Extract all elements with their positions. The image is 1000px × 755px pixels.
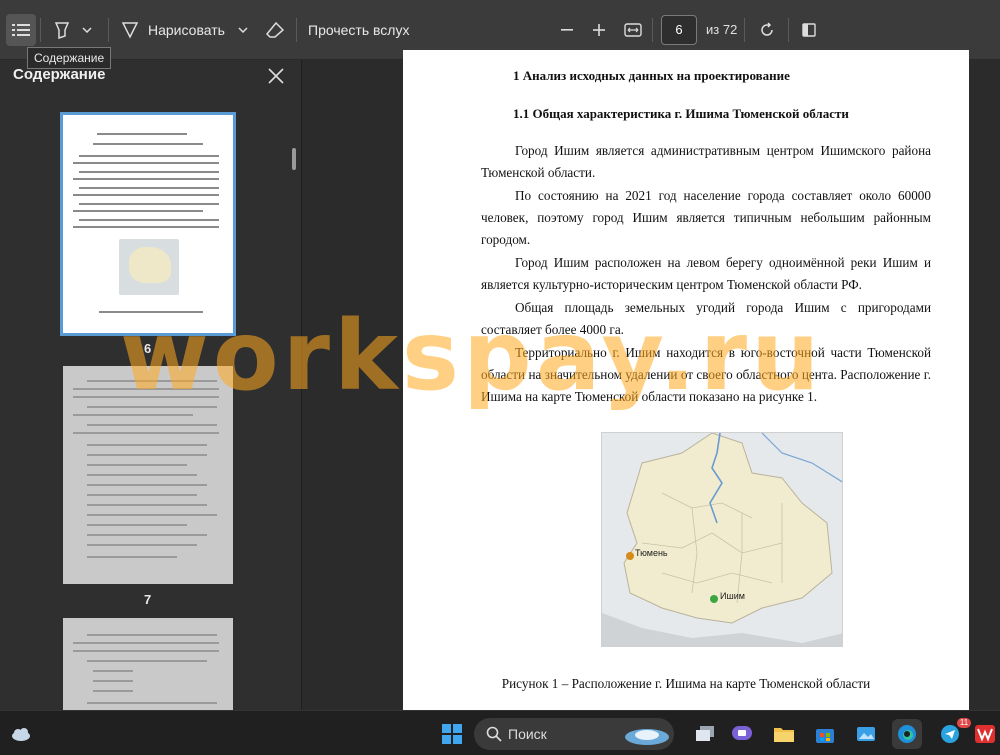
highlight-button[interactable]	[50, 14, 74, 46]
chevron-down-icon	[82, 27, 92, 33]
chat-icon	[732, 726, 752, 740]
plus-icon	[593, 24, 605, 36]
telegram-icon	[941, 725, 959, 743]
erase-button[interactable]	[262, 14, 288, 46]
map-image	[602, 433, 842, 646]
task-view-icon	[696, 726, 714, 741]
app-logo-icon	[975, 725, 995, 743]
draw-icon-button[interactable]	[118, 14, 142, 46]
search-label: Поиск	[508, 726, 547, 742]
page-number-input[interactable]: 6	[661, 15, 697, 45]
zoom-out-button[interactable]	[556, 14, 578, 46]
paragraph: Общая площадь земельных угодий города Иш…	[481, 300, 931, 337]
eraser-icon	[266, 22, 284, 38]
chevron-down-icon	[238, 27, 248, 33]
windows-icon	[442, 724, 462, 744]
figure-caption: Рисунок 1 – Расположение г. Ишима на кар…	[501, 676, 871, 691]
thumbnail-map	[119, 239, 179, 295]
folder-icon	[774, 728, 794, 742]
store-button[interactable]	[810, 719, 840, 749]
highlight-options-button[interactable]	[78, 14, 96, 46]
rotate-icon	[761, 22, 773, 36]
pen-icon	[121, 22, 139, 39]
search-icon	[486, 726, 502, 742]
thumbnail-label: 7	[144, 592, 152, 607]
app-button[interactable]	[972, 719, 998, 749]
map-label-tyumen: Тюмень	[635, 548, 668, 558]
teams-button[interactable]	[727, 719, 757, 749]
page-count: из 72	[706, 22, 738, 37]
fit-page-button[interactable]	[620, 14, 646, 46]
edge-icon	[898, 725, 916, 743]
draw-button[interactable]: Нарисовать	[148, 14, 228, 46]
sidebar-scrollbar[interactable]	[292, 148, 296, 170]
taskbar: Поиск 11	[0, 710, 1000, 755]
store-icon	[816, 729, 834, 743]
zoom-in-button[interactable]	[588, 14, 610, 46]
paragraph: Территориально г. Ишим находится в юго-в…	[481, 345, 931, 404]
thumbnail-page-6[interactable]	[60, 112, 236, 336]
search-highlight-icon	[625, 729, 669, 745]
thumbnail-page-8[interactable]	[63, 618, 233, 710]
task-view-button[interactable]	[690, 719, 720, 749]
photos-icon	[857, 727, 875, 741]
taskbar-search[interactable]: Поиск	[474, 718, 674, 750]
paragraph: По состоянию на 2021 год население город…	[481, 188, 931, 247]
map-label-ishim: Ишим	[720, 591, 745, 601]
contents-button[interactable]	[6, 14, 36, 46]
subsection-heading: 1.1 Общая характеристика г. Ишима Тюменс…	[513, 106, 849, 121]
close-icon	[268, 68, 284, 84]
fit-width-icon	[624, 23, 642, 37]
photos-button[interactable]	[851, 719, 881, 749]
document-scrollbar[interactable]	[990, 60, 1000, 710]
highlighter-icon	[54, 22, 70, 39]
rotate-button[interactable]	[754, 14, 780, 46]
telegram-badge: 11	[957, 718, 971, 728]
pdf-viewer-app: Нарисовать Прочесть вслух 6 из 72 Содерж…	[0, 0, 1000, 755]
file-explorer-button[interactable]	[769, 719, 799, 749]
sidebar-close-button[interactable]	[264, 64, 288, 88]
read-aloud-button[interactable]: Прочесть вслух	[308, 14, 418, 46]
paragraph: Город Ишим является административным цен…	[481, 143, 931, 180]
edge-button[interactable]	[892, 719, 922, 749]
section-heading: 1 Анализ исходных данных на проектирован…	[513, 68, 790, 83]
region-map: Тюмень Ишим	[601, 432, 843, 647]
draw-options-button[interactable]	[234, 14, 252, 46]
list-icon	[12, 24, 30, 36]
document-page: 1 Анализ исходных данных на проектирован…	[403, 50, 969, 710]
paragraph: Город Ишим расположен на левом берегу од…	[481, 255, 931, 292]
cloud-icon	[12, 728, 30, 741]
contents-tooltip: Содержание	[27, 47, 112, 69]
minus-icon	[561, 29, 573, 31]
start-button[interactable]	[437, 719, 467, 749]
thumbnail-page-7[interactable]	[63, 366, 233, 584]
page-view-icon	[802, 23, 816, 37]
page-view-button[interactable]	[796, 14, 822, 46]
thumbnail-label: 6	[144, 341, 152, 356]
contents-sidebar: Содержание 6 7	[0, 60, 302, 710]
weather-widget[interactable]	[6, 719, 36, 749]
